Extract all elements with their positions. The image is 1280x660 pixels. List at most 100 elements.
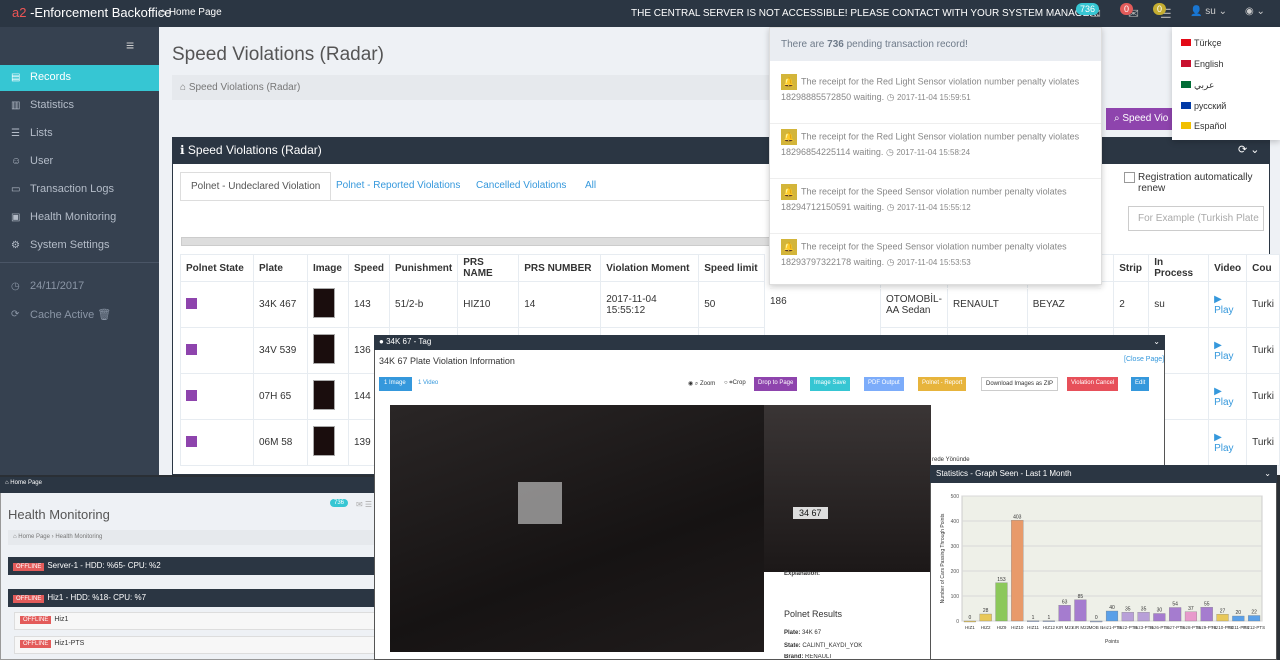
drop-to-page-button[interactable]: Drop to Page — [754, 377, 798, 391]
table-row[interactable]: 34K 467 143 51/2-b HIZ10 14 2017-11-04 15:55:… — [180, 281, 766, 328]
notifications-dropdown: There are 736 pending transaction record… — [769, 27, 1102, 289]
notification-item[interactable]: 🔔 The receipt for the Speed Sensor violat… — [770, 234, 1101, 289]
sidebar-item-health-monitoring[interactable]: ▣ Health Monitoring — [0, 205, 159, 231]
state-checkbox[interactable] — [185, 342, 198, 356]
search-violations-button[interactable]: ⌕ Speed Vio — [1106, 108, 1172, 130]
column-header[interactable]: Speed limit — [698, 254, 766, 282]
sidebar-date: ◷ 24/11/2017 — [0, 274, 159, 300]
crumb-current: Health Monitoring — [55, 534, 103, 540]
crumb-home[interactable]: Home Page — [18, 534, 50, 540]
column-header[interactable]: Polnet State — [180, 254, 254, 282]
language-item-ar[interactable]: عربي — [1181, 80, 1214, 91]
image-tab[interactable]: 1 Image — [379, 377, 412, 391]
direction-label: rede Yönünde — [932, 457, 970, 463]
column-header[interactable]: Plate — [253, 254, 308, 282]
column-header[interactable]: Strip — [1113, 254, 1150, 282]
language-label: Türkçe — [1194, 38, 1222, 48]
home-icon[interactable]: ⌂ — [180, 82, 189, 93]
video-tab[interactable]: 1 Video — [418, 380, 438, 386]
sidebar-item-user[interactable]: ☺ User — [0, 149, 159, 175]
state-checkbox[interactable] — [185, 296, 198, 310]
violation-thumbnail[interactable] — [313, 288, 335, 318]
search-input[interactable]: For Example (Turkish Plate — [1128, 206, 1264, 231]
polnet-report-button[interactable]: Polnet - Report — [918, 377, 967, 391]
country-cell: Turki — [1246, 419, 1280, 466]
tab-all[interactable]: All — [575, 172, 606, 201]
bell-icon: 🔔 — [781, 239, 797, 255]
chart-bar — [1153, 613, 1166, 622]
edit-button[interactable]: Edit — [1131, 377, 1150, 391]
language-item-en[interactable]: English — [1181, 59, 1224, 69]
plate-closeup-photo[interactable] — [764, 405, 931, 572]
chart-bar — [1058, 605, 1071, 622]
state-checkbox[interactable] — [185, 434, 198, 448]
notification-item[interactable]: 🔔 The receipt for the Red Light Sensor vi… — [770, 69, 1101, 124]
tab-reported[interactable]: Polnet - Reported Violations — [326, 172, 470, 201]
play-link[interactable]: ▶ Play — [1208, 419, 1248, 466]
play-link[interactable]: ▶ Play — [1208, 327, 1248, 374]
data-label: 85 — [1078, 594, 1084, 600]
play-link[interactable]: ▶ Play — [1208, 373, 1248, 420]
column-header[interactable]: Violation Moment — [600, 254, 700, 282]
column-header[interactable]: In Process — [1148, 254, 1210, 282]
panel-title: Speed Violations (Radar) — [187, 143, 322, 157]
language-item-tr[interactable]: Türkçe — [1181, 38, 1222, 48]
notification-badge: 736 — [1076, 3, 1100, 15]
x-tick-label: HIZ2 — [981, 625, 991, 630]
horizontal-scrollbar[interactable] — [181, 237, 771, 246]
notif-id: 18294712150591 waiting. — [781, 202, 885, 212]
user-name: su — [1205, 6, 1216, 17]
user-menu[interactable]: 👤 su ⌄ — [1190, 6, 1227, 17]
message-badge: 0 — [1120, 3, 1134, 15]
state-checkbox[interactable] — [185, 388, 198, 402]
brand-logo[interactable]: a2 -Enforcement Backoffice — [12, 5, 171, 20]
clock-icon: ◷ — [886, 202, 895, 212]
column-header[interactable]: PRS NAME — [457, 254, 520, 282]
notification-item[interactable]: 🔔 The receipt for the Red Light Sensor vi… — [770, 124, 1101, 179]
country-cell: Turki — [1246, 281, 1280, 328]
tab-cancelled[interactable]: Cancelled Violations — [466, 172, 576, 201]
column-header[interactable]: Speed — [347, 254, 391, 282]
sidebar-item-system-settings[interactable]: ⚙ System Settings — [0, 233, 159, 259]
download-zip-button[interactable]: Download Images as ZIP — [981, 377, 1059, 391]
menu-toggle-icon[interactable]: ≡ — [126, 37, 134, 53]
play-link[interactable]: ▶ Play — [1208, 281, 1248, 328]
chevron-down-icon[interactable]: ⌄ — [1264, 469, 1271, 478]
sidebar-item-lists[interactable]: ☰ Lists — [0, 121, 159, 147]
globe-icon[interactable]: ◉ ⌄ — [1245, 6, 1265, 17]
chart-bar — [1216, 614, 1229, 622]
violation-thumbnail[interactable] — [313, 334, 335, 364]
violation-thumbnail[interactable] — [313, 426, 335, 456]
chevron-down-icon[interactable]: ⌄ — [1153, 337, 1160, 346]
refresh-icon[interactable]: ⟳ ⌄ — [1238, 143, 1260, 156]
notification-item[interactable]: 🔔 The receipt for the Speed Sensor violat… — [770, 179, 1101, 234]
zoom-radio[interactable]: ◉ ⌕ Zoom — [688, 380, 715, 388]
tab-undeclared[interactable]: Polnet - Undeclared Violation — [180, 172, 332, 201]
home-link[interactable]: ⌂ Home Page — [160, 7, 222, 18]
column-header[interactable]: Image — [307, 254, 349, 282]
violation-cancel-button[interactable]: Violation Cancel — [1067, 377, 1119, 391]
sidebar-item-records[interactable]: ▤ Records — [0, 65, 159, 91]
pdf-output-button[interactable]: PDF Output — [864, 377, 904, 391]
language-item-es[interactable]: Español — [1181, 121, 1227, 131]
language-label: русский — [1194, 101, 1227, 111]
violation-photo[interactable] — [390, 405, 764, 652]
column-header[interactable]: PRS NUMBER — [518, 254, 602, 282]
column-header[interactable]: Cou — [1246, 254, 1280, 282]
sidebar-item-transaction-logs[interactable]: ▭ Transaction Logs — [0, 177, 159, 203]
sidebar-item-statistics[interactable]: ▥ Statistics — [0, 93, 159, 119]
close-page-link[interactable]: [Close Page] — [1124, 356, 1164, 363]
column-header[interactable]: Video — [1208, 254, 1248, 282]
statistics-chart: 01002003004005000HIZ128HIZ2153HIZ9403HIZ… — [940, 494, 1265, 645]
crop-radio[interactable]: ○ ⌗Crop — [724, 380, 746, 387]
violation-thumbnail[interactable] — [313, 380, 335, 410]
y-tick-label: 100 — [951, 594, 960, 600]
image-save-button[interactable]: Image Save — [810, 377, 851, 391]
auto-renew-label: Registration automatically renew — [1138, 172, 1253, 194]
chart-bar — [1074, 599, 1087, 622]
sidebar-cache[interactable]: ⟳ Cache Active 🗑 — [0, 302, 159, 328]
auto-renew-checkbox[interactable] — [1124, 172, 1135, 183]
chart-bar — [1105, 610, 1119, 622]
column-header[interactable]: Punishment — [389, 254, 459, 282]
language-item-ru[interactable]: русский — [1181, 101, 1226, 111]
